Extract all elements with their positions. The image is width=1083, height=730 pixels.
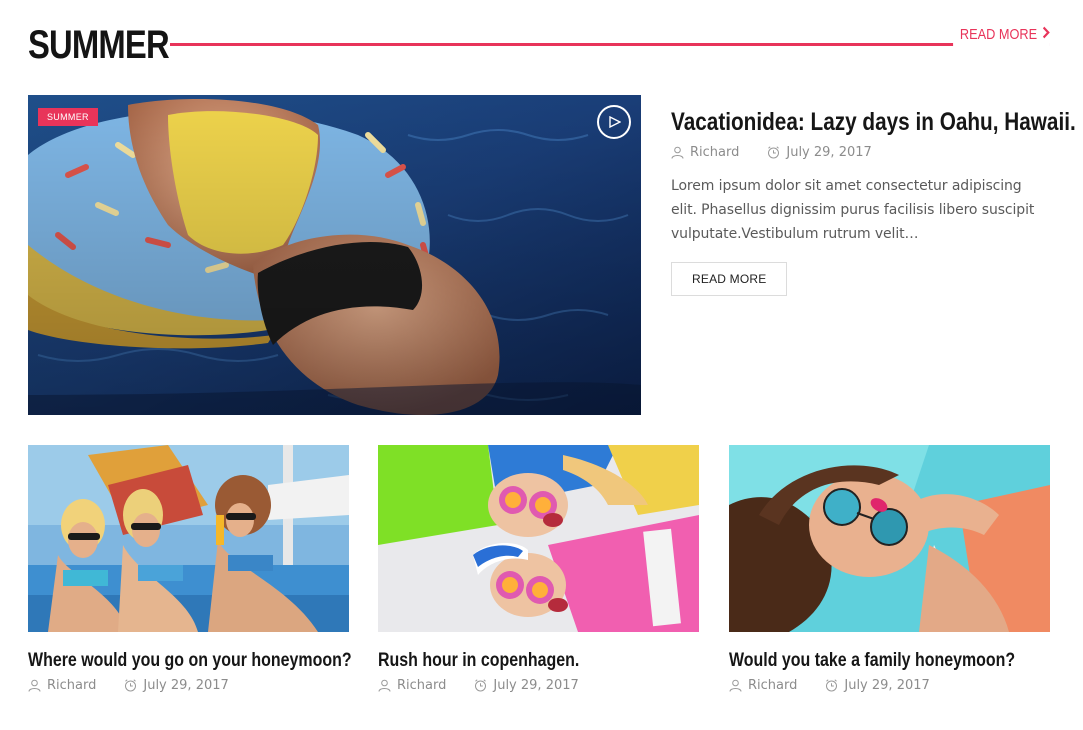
user-icon	[378, 679, 391, 692]
section-divider	[170, 43, 1050, 46]
two-friends-photo	[378, 445, 699, 632]
post-title[interactable]: Would you take a family honeymoon?	[729, 648, 1015, 674]
post-meta: Richard July 29, 2017	[378, 678, 699, 693]
pool-float-photo	[28, 95, 641, 415]
featured-excerpt: Lorem ipsum dolor sit amet consectetur a…	[671, 178, 1035, 242]
user-icon	[28, 679, 41, 692]
post-date: July 29, 2017	[124, 678, 229, 693]
post-card: Would you take a family honeymoon? Richa…	[729, 445, 1050, 693]
post-date: July 29, 2017	[474, 678, 579, 693]
author[interactable]: Richard	[28, 678, 96, 693]
section-header: SUMMER READ MORE	[28, 20, 1050, 70]
friends-poolside-photo	[28, 445, 349, 632]
featured-title[interactable]: Vacationidea: Lazy days in Oahu, Hawaii.	[671, 105, 1076, 139]
play-icon	[609, 116, 621, 128]
user-icon	[671, 146, 684, 159]
chevron-right-icon	[1042, 24, 1050, 46]
clock-icon	[826, 679, 838, 692]
featured-post: Vacationidea: Lazy days in Oahu, Hawaii.…	[671, 105, 1076, 296]
featured-meta: Richard July 29, 2017	[671, 145, 1051, 160]
post-thumbnail[interactable]	[378, 445, 699, 632]
author-name: Richard	[47, 678, 97, 693]
post-title[interactable]: Rush hour in copenhagen.	[378, 648, 648, 674]
featured-image[interactable]: SUMMER	[28, 95, 641, 415]
date-text: July 29, 2017	[143, 678, 229, 693]
post-title[interactable]: Where would you go on your honeymoon?	[28, 648, 352, 674]
clock-icon	[768, 146, 780, 159]
play-button[interactable]	[597, 105, 631, 139]
date-text: July 29, 2017	[493, 678, 579, 693]
user-icon	[729, 679, 742, 692]
author[interactable]: Richard	[671, 145, 739, 160]
author[interactable]: Richard	[729, 678, 797, 693]
post-card: Rush hour in copenhagen. Richard July 29…	[378, 445, 699, 693]
author[interactable]: Richard	[378, 678, 446, 693]
date-text: July 29, 2017	[844, 678, 930, 693]
clock-icon	[475, 679, 487, 692]
post-meta: Richard July 29, 2017	[729, 678, 1050, 693]
post-meta: Richard July 29, 2017	[28, 678, 349, 693]
post-card: Where would you go on your honeymoon? Ri…	[28, 445, 352, 693]
author-name: Richard	[690, 145, 740, 160]
post-thumbnail[interactable]	[28, 445, 349, 632]
section-title: SUMMER	[28, 23, 170, 67]
read-more-button[interactable]: READ MORE	[671, 262, 788, 296]
author-name: Richard	[397, 678, 447, 693]
category-badge[interactable]: SUMMER	[38, 108, 98, 126]
section-read-more-link[interactable]: READ MORE	[953, 24, 1050, 46]
post-date: July 29, 2017	[825, 678, 930, 693]
date-text: July 29, 2017	[786, 145, 872, 160]
post-thumbnail[interactable]	[729, 445, 1050, 632]
post-date: July 29, 2017	[767, 145, 872, 160]
author-name: Richard	[748, 678, 798, 693]
read-more-link-label: READ MORE	[960, 26, 1038, 43]
clock-icon	[125, 679, 137, 692]
woman-sunglasses-photo	[729, 445, 1050, 632]
